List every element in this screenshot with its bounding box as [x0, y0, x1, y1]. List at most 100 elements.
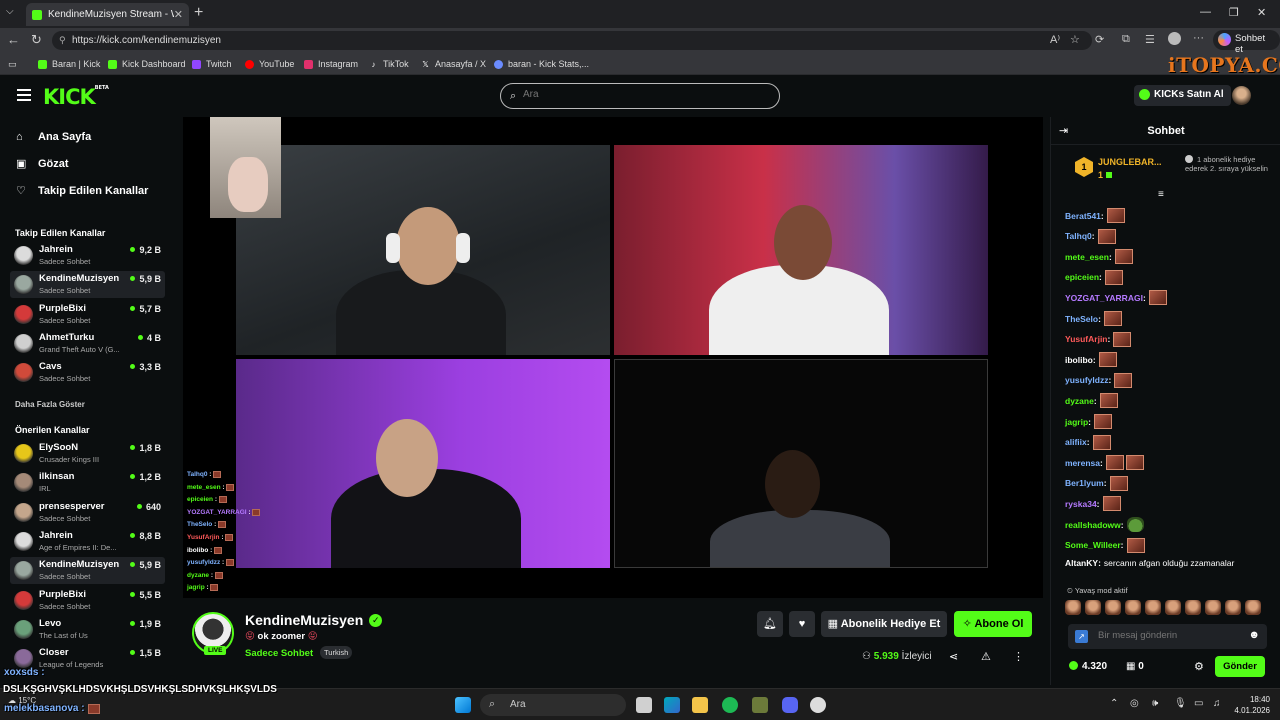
emote-icon[interactable] — [1125, 600, 1141, 615]
gift-leader-name[interactable]: JUNGLEBAR... — [1098, 157, 1162, 167]
taskbar-clock[interactable]: 18:40 4.01.2026 — [1230, 694, 1270, 716]
emote-icon[interactable] — [1205, 600, 1221, 615]
maximize-icon[interactable]: ❐ — [1229, 6, 1239, 19]
more-menu-icon[interactable]: ··· — [1193, 32, 1204, 44]
chat-settings-icon[interactable]: ⚙ — [1194, 660, 1204, 673]
chat-message[interactable]: mete_esen: — [1065, 249, 1133, 265]
edge-icon[interactable] — [664, 697, 680, 713]
chat-message[interactable]: Berat541: — [1065, 208, 1125, 223]
search-input[interactable] — [523, 89, 763, 100]
emote-icon[interactable] — [1165, 600, 1181, 615]
chat-username[interactable]: Talhq0 — [1065, 231, 1092, 241]
chat-username[interactable]: alifiix — [1065, 437, 1087, 447]
bookmark-item[interactable]: Baran | Kick — [38, 59, 100, 69]
chat-message[interactable]: TheSelo: — [1065, 311, 1122, 326]
chat-username[interactable]: jagrip — [1065, 417, 1088, 427]
sidebar-channel-item[interactable]: ilkinsan IRL 1,2 B — [10, 469, 165, 496]
chat-message[interactable]: dyzane: — [1065, 393, 1118, 409]
nav-home[interactable]: ⌂ Ana Sayfa — [16, 131, 91, 143]
chat-username[interactable]: Some_Willeer — [1065, 540, 1121, 550]
chat-message[interactable]: ryska34: — [1065, 496, 1121, 512]
user-avatar[interactable] — [1232, 86, 1251, 105]
minimize-icon[interactable]: — — [1200, 6, 1211, 18]
sidebar-channel-item[interactable]: Levo The Last of Us 1,9 B — [10, 616, 165, 643]
sidebar-channel-item[interactable]: KendineMuzisyen Sadece Sohbet 5,9 B — [10, 271, 165, 299]
show-more-link[interactable]: Daha Fazla Göster — [15, 400, 85, 409]
report-icon[interactable]: ⚠ — [981, 650, 991, 663]
emoji-picker-icon[interactable]: ☻ — [1248, 629, 1260, 641]
taskbar-search[interactable]: ⌕ Ara — [480, 694, 626, 716]
kicks-balance[interactable]: 4.320 — [1069, 661, 1107, 672]
extensions-icon[interactable]: ⟳ — [1095, 33, 1104, 46]
windows-start-icon[interactable] — [455, 697, 471, 713]
buy-kicks-button[interactable]: KICKs Satın Al — [1134, 85, 1231, 106]
chat-username[interactable]: Ber1lyum — [1065, 478, 1104, 488]
chat-message[interactable]: ibolibo: — [1065, 352, 1117, 368]
sidebar-channel-item[interactable]: KendineMuzisyen Sadece Sohbet 5,9 B — [10, 557, 165, 585]
nav-following[interactable]: ♡ Takip Edilen Kanallar — [16, 184, 148, 198]
file-explorer-icon[interactable] — [692, 697, 708, 713]
chat-username[interactable]: merensa — [1065, 458, 1100, 468]
chat-username[interactable]: AltanKY — [1065, 558, 1098, 568]
chat-message[interactable]: YOZGAT_YARRAGI: — [1065, 290, 1167, 306]
url-field[interactable]: ⚲ https://kick.com/kendinemuzisyen — [52, 31, 1092, 50]
profile-icon[interactable] — [1168, 32, 1181, 45]
tray-chevron-icon[interactable]: ⌃ — [1110, 698, 1118, 709]
app-icon[interactable] — [810, 697, 826, 713]
copilot-chat-button[interactable]: Sohbet et — [1213, 30, 1280, 55]
back-icon[interactable]: ← — [7, 32, 20, 47]
language-tag[interactable]: Turkish — [320, 646, 353, 659]
read-aloud-icon[interactable]: A⁾ — [1050, 33, 1060, 46]
nav-browse[interactable]: ▣ Gözat — [16, 157, 69, 171]
share-icon[interactable]: ⋖ — [949, 650, 958, 663]
chat-username[interactable]: ryska34 — [1065, 499, 1097, 509]
sidebar-channel-item[interactable]: ElySooN Crusader Kings III 1,8 B — [10, 440, 165, 467]
emote-icon[interactable] — [1185, 600, 1201, 615]
microphone-icon[interactable]: 🎙︎ — [1174, 698, 1187, 709]
bookmark-item[interactable]: Twitch — [192, 59, 232, 69]
favorite-star-icon[interactable]: ☆ — [1070, 33, 1080, 46]
chat-username[interactable]: TheSelo — [1065, 314, 1098, 324]
emote-icon[interactable] — [1245, 600, 1261, 615]
chat-command-icon[interactable]: ↗ — [1075, 630, 1088, 643]
app-icon[interactable] — [752, 697, 768, 713]
emote-icon[interactable] — [1065, 600, 1081, 615]
video-player[interactable]: Talhq0 : mete_esen : epiceien : YOZGAT_Y… — [183, 117, 1043, 598]
bookmark-item[interactable]: baran - Kick Stats,... — [494, 59, 589, 69]
subscribe-button[interactable]: ✧ Abone Ol — [954, 611, 1032, 637]
sidebar-channel-item[interactable]: prensesperver Sadece Sohbet 640 — [10, 499, 165, 526]
bookmark-item[interactable]: Kick Dashboard — [108, 59, 186, 69]
chat-username[interactable]: Berat541 — [1065, 211, 1101, 221]
site-info-icon[interactable]: ⚲ — [59, 35, 66, 46]
chat-username[interactable]: reallshadoww — [1065, 520, 1121, 530]
speaker-icon[interactable]: ♫ — [1213, 698, 1221, 709]
chat-username[interactable]: YusufArjin — [1065, 334, 1108, 344]
close-tab-icon[interactable]: ✕ — [174, 8, 183, 21]
chat-username[interactable]: epiceien — [1065, 272, 1099, 282]
task-view-icon[interactable] — [636, 697, 652, 713]
bookmark-item[interactable]: Instagram — [304, 59, 358, 69]
chat-message[interactable]: AltanKY: sercanın afgan olduğu zzamanalar — [1065, 558, 1234, 568]
reload-icon[interactable]: ↻ — [31, 32, 42, 48]
volume-icon[interactable]: 🕪︎ — [1152, 698, 1158, 709]
sidebar-channel-item[interactable]: Jahrein Age of Empires II: De... 8,8 B — [10, 528, 165, 555]
display-icon[interactable]: ▭ — [1194, 698, 1203, 709]
chat-input-box[interactable]: ↗ ☻ — [1068, 624, 1267, 649]
tab-list-icon[interactable]: ⌵ — [6, 6, 14, 17]
sidebar-channel-item[interactable]: Cavs Sadece Sohbet 3,3 B — [10, 359, 165, 386]
close-window-icon[interactable]: ✕ — [1257, 6, 1266, 19]
more-options-icon[interactable]: ⋮ — [1013, 650, 1024, 663]
emote-icon[interactable] — [1105, 600, 1121, 615]
search-box[interactable]: ⌕ — [500, 83, 780, 109]
bookmark-item[interactable]: 𝕏 Anasayfa / X — [421, 59, 486, 69]
chat-message[interactable]: alifiix: — [1065, 434, 1111, 450]
chat-message[interactable]: merensa: — [1065, 455, 1144, 471]
emote-icon[interactable] — [1085, 600, 1101, 615]
channel-name[interactable]: KendineMuzisyen ✓ — [245, 612, 383, 628]
chat-message[interactable]: Ber1lyum: — [1065, 475, 1128, 491]
sidebar-channel-item[interactable]: Jahrein Sadece Sohbet 9,2 B — [10, 242, 165, 269]
sidebar-channel-item[interactable]: PurpleBixi Sadece Sohbet 5,5 B — [10, 587, 165, 614]
tray-app-icon[interactable]: ◎ — [1130, 698, 1139, 709]
browser-tab[interactable]: KendineMuzisyen Stream - Watch ✕ — [26, 3, 189, 26]
sidebar-channel-item[interactable]: AhmetTurku Grand Theft Auto V (G... 4 B — [10, 330, 165, 357]
